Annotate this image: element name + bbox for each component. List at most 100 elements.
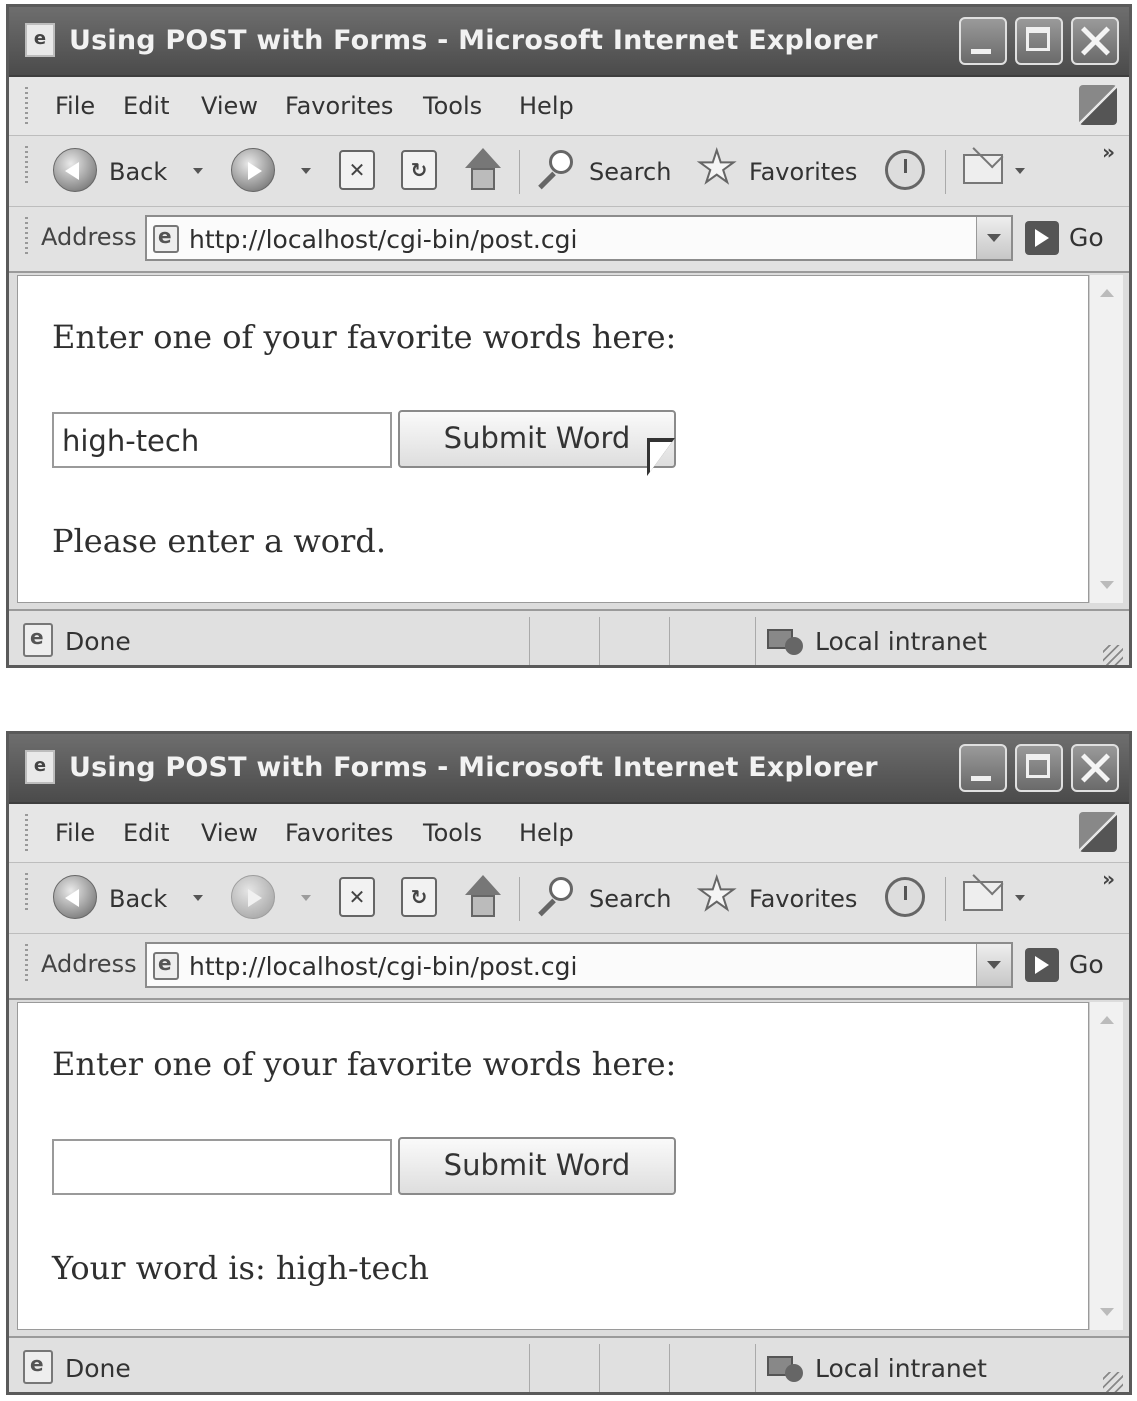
history-icon[interactable] [885,150,925,190]
status-divider [669,617,670,665]
home-icon[interactable] [461,875,505,919]
resize-grip-icon[interactable] [1103,645,1123,665]
favorites-button-label[interactable]: Favorites [749,885,857,913]
security-zone: Local intranet [815,627,987,656]
menu-view[interactable]: View [201,92,258,120]
word-input[interactable]: high-tech [52,412,392,468]
history-icon[interactable] [885,877,925,917]
menu-edit[interactable]: Edit [123,92,169,120]
mouse-cursor-fill [650,442,672,472]
menu-tools[interactable]: Tools [423,92,482,120]
windows-logo-icon [1079,812,1117,852]
maximize-button[interactable] [1015,744,1063,792]
back-dropdown-icon[interactable] [193,168,203,174]
menu-help[interactable]: Help [519,92,574,120]
title-bar[interactable]: e Using POST with Forms - Microsoft Inte… [9,7,1129,77]
forward-arrow-icon[interactable] [231,875,275,919]
submit-word-button[interactable]: Submit Word [398,410,676,468]
stop-icon[interactable]: ✕ [339,877,375,917]
toolbar-overflow-chevron-icon[interactable]: » [1102,140,1115,164]
back-button-label[interactable]: Back [109,158,167,186]
favorites-star-icon[interactable]: ★ [696,145,737,191]
back-button-label[interactable]: Back [109,885,167,913]
ie-page-icon: e [25,23,55,57]
toolbar-grip-icon[interactable] [25,146,28,184]
result-message: Please enter a word. [52,522,386,560]
address-dropdown-icon[interactable] [976,944,1011,986]
refresh-icon[interactable]: ↻ [401,877,437,917]
address-bar: Address http://localhost/cgi-bin/post.cg… [9,934,1129,1000]
vertical-scrollbar[interactable] [1089,275,1123,603]
close-button[interactable] [1071,17,1119,65]
search-icon[interactable] [535,877,579,921]
toolbar-grip-icon[interactable] [25,814,28,852]
word-input[interactable] [52,1139,392,1195]
address-url[interactable]: http://localhost/cgi-bin/post.cgi [189,952,577,981]
menu-help[interactable]: Help [519,819,574,847]
minimize-button[interactable] [959,17,1007,65]
browser-window-1: e Using POST with Forms - Microsoft Inte… [6,4,1132,668]
refresh-icon[interactable]: ↻ [401,150,437,190]
menu-tools[interactable]: Tools [423,819,482,847]
menu-view[interactable]: View [201,819,258,847]
go-arrow-icon[interactable] [1025,948,1059,982]
mail-dropdown-icon[interactable] [1015,895,1025,901]
standard-toolbar: Back ✕ ↻ Search ★ Favorites » [9,136,1129,207]
status-text: Done [65,627,131,656]
go-arrow-icon[interactable] [1025,221,1059,255]
stop-icon[interactable]: ✕ [339,150,375,190]
status-divider [529,1344,530,1392]
address-label: Address [41,950,137,978]
status-divider [755,1344,756,1392]
address-input[interactable]: http://localhost/cgi-bin/post.cgi [145,215,1013,261]
toolbar-overflow-chevron-icon[interactable]: » [1102,867,1115,891]
address-dropdown-icon[interactable] [976,217,1011,259]
vertical-scrollbar[interactable] [1089,1002,1123,1330]
search-button-label[interactable]: Search [589,158,671,186]
toolbar-grip-icon[interactable] [25,217,28,255]
menu-edit[interactable]: Edit [123,819,169,847]
search-icon[interactable] [535,150,579,194]
menu-favorites[interactable]: Favorites [285,819,393,847]
resize-grip-icon[interactable] [1103,1372,1123,1392]
address-url[interactable]: http://localhost/cgi-bin/post.cgi [189,225,577,254]
address-input[interactable]: http://localhost/cgi-bin/post.cgi [145,942,1013,988]
menu-favorites[interactable]: Favorites [285,92,393,120]
title-bar[interactable]: e Using POST with Forms - Microsoft Inte… [9,734,1129,804]
forward-arrow-icon[interactable] [231,148,275,192]
security-zone: Local intranet [815,1354,987,1383]
result-message: Your word is: high-tech [52,1249,429,1287]
go-button-label[interactable]: Go [1069,223,1104,252]
toolbar-grip-icon[interactable] [25,873,28,911]
go-button-label[interactable]: Go [1069,950,1104,979]
back-arrow-icon[interactable] [53,148,97,192]
mail-icon[interactable] [963,154,1003,184]
status-bar: Done Local intranet [9,609,1129,665]
mail-dropdown-icon[interactable] [1015,168,1025,174]
toolbar-grip-icon[interactable] [25,944,28,982]
windows-logo-icon [1079,85,1117,125]
search-button-label[interactable]: Search [589,885,671,913]
minimize-button[interactable] [959,744,1007,792]
browser-window-2: e Using POST with Forms - Microsoft Inte… [6,731,1132,1395]
local-intranet-icon [767,1350,805,1384]
submit-word-button[interactable]: Submit Word [398,1137,676,1195]
home-icon[interactable] [461,148,505,192]
ie-page-icon: e [25,750,55,784]
favorites-star-icon[interactable]: ★ [696,872,737,918]
close-button[interactable] [1071,744,1119,792]
form-prompt: Enter one of your favorite words here: [52,1045,677,1083]
toolbar-grip-icon[interactable] [25,87,28,125]
maximize-button[interactable] [1015,17,1063,65]
status-divider [755,617,756,665]
forward-dropdown-icon[interactable] [301,168,311,174]
local-intranet-icon [767,623,805,657]
menu-file[interactable]: File [55,92,95,120]
menu-file[interactable]: File [55,819,95,847]
back-arrow-icon[interactable] [53,875,97,919]
mail-icon[interactable] [963,881,1003,911]
favorites-button-label[interactable]: Favorites [749,158,857,186]
forward-dropdown-icon[interactable] [301,895,311,901]
back-dropdown-icon[interactable] [193,895,203,901]
page-icon [153,951,179,980]
